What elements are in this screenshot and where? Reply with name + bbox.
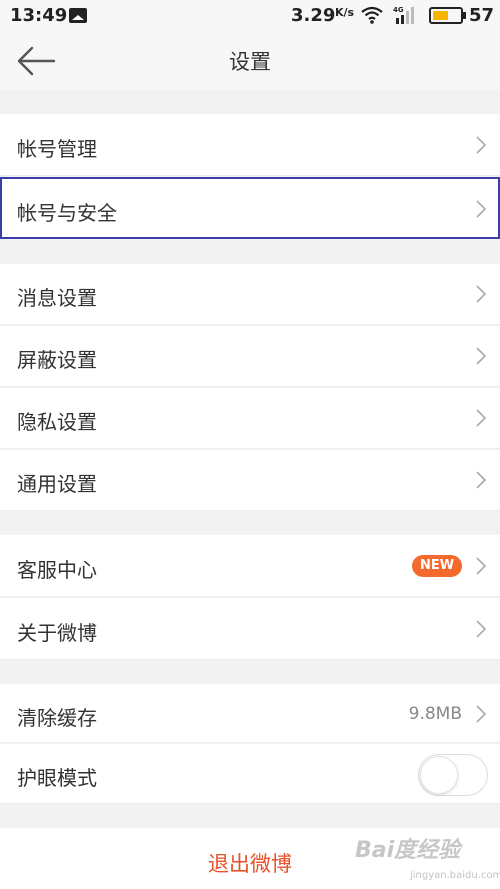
chevron-right-icon: [476, 347, 486, 365]
wifi-icon: [361, 6, 383, 24]
row-label: 护眼模式: [17, 766, 97, 790]
row-label: 帐号与安全: [17, 201, 117, 225]
settings-row-eye-care: 护眼模式: [0, 744, 500, 804]
status-time: 13:49: [10, 5, 68, 26]
row-label: 隐私设置: [17, 410, 97, 434]
chevron-right-icon: [476, 705, 486, 723]
chevron-right-icon: [476, 200, 486, 218]
network-speed: 3.29: [291, 5, 336, 26]
settings-row-clear-cache[interactable]: 清除缓存 9.8MB: [0, 684, 500, 743]
signal-icon: 4G: [393, 6, 414, 24]
battery-tip: [463, 12, 466, 19]
settings-row-privacy[interactable]: 隐私设置: [0, 388, 500, 449]
settings-row-customer-service[interactable]: 客服中心 NEW: [0, 535, 500, 597]
settings-row-account-security[interactable]: 帐号与安全: [0, 177, 500, 239]
chevron-right-icon: [476, 409, 486, 427]
chevron-right-icon: [476, 136, 486, 154]
settings-row-block[interactable]: 屏蔽设置: [0, 326, 500, 387]
nav-bar: 设置: [0, 32, 500, 90]
image-notification-icon: [69, 8, 87, 23]
settings-row-general[interactable]: 通用设置: [0, 450, 500, 511]
page-title: 设置: [229, 50, 271, 74]
network-type-label: 4G: [393, 6, 404, 14]
row-label: 消息设置: [17, 286, 97, 310]
row-label: 屏蔽设置: [17, 348, 97, 372]
battery-percent: 57: [469, 5, 495, 26]
chevron-right-icon: [476, 620, 486, 638]
row-label: 帐号管理: [17, 137, 97, 161]
watermark-url: jingyan.baidu.com: [410, 870, 500, 881]
network-speed-unit: K/s: [335, 6, 355, 19]
row-label: 清除缓存: [17, 706, 97, 730]
new-badge: NEW: [412, 555, 462, 577]
toggle-knob: [420, 756, 458, 794]
row-label: 客服中心: [17, 558, 97, 582]
chevron-right-icon: [476, 557, 486, 575]
battery-icon: [429, 7, 463, 24]
status-bar: 13:49 3.29 K/s 4G 57: [0, 0, 500, 32]
cache-size: 9.8MB: [408, 704, 462, 724]
settings-row-message[interactable]: 消息设置: [0, 264, 500, 325]
row-label: 关于微博: [17, 621, 97, 645]
battery-level: [433, 11, 448, 20]
watermark-logo: Bai度经验: [355, 838, 461, 863]
row-label: 通用设置: [17, 472, 97, 496]
settings-row-about[interactable]: 关于微博: [0, 598, 500, 660]
chevron-right-icon: [476, 285, 486, 303]
eye-care-toggle[interactable]: [418, 754, 488, 796]
chevron-right-icon: [476, 471, 486, 489]
settings-row-account-management[interactable]: 帐号管理: [0, 114, 500, 176]
